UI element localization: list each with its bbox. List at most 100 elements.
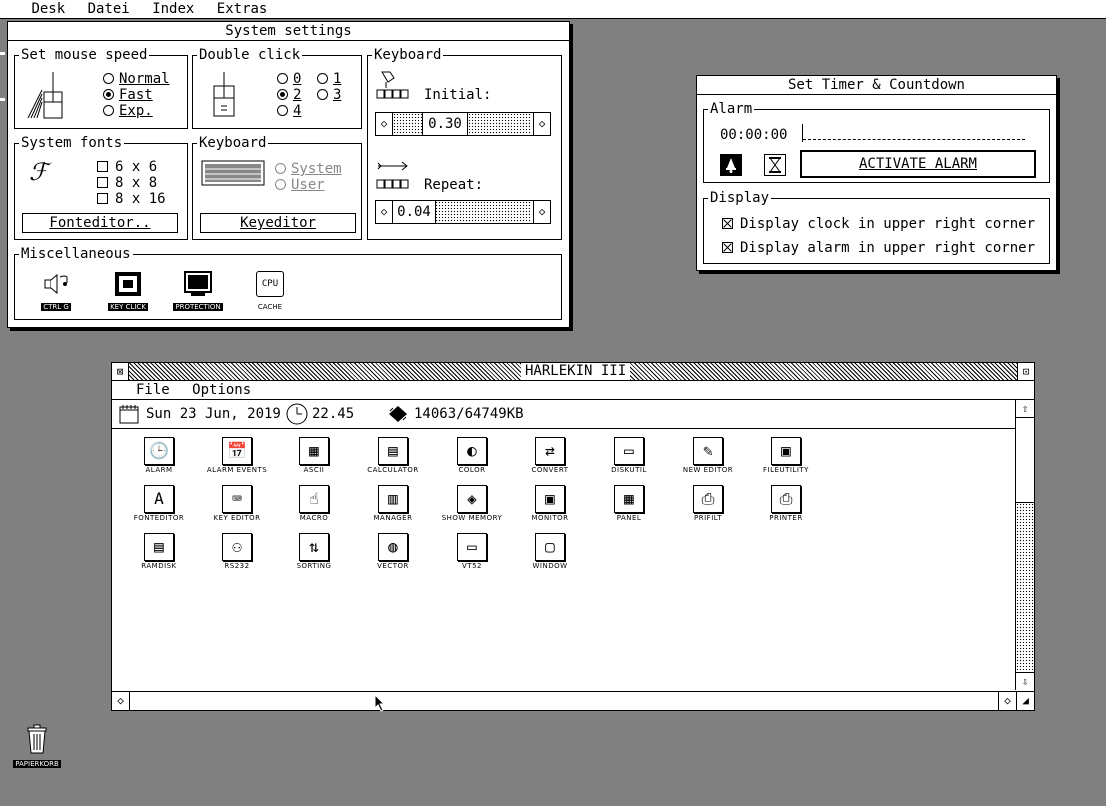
- app-ramdisk[interactable]: ▤ RAMDISK: [116, 533, 202, 570]
- scroll-thumb[interactable]: [1016, 418, 1034, 503]
- key-press-icon: [376, 71, 409, 99]
- desktop-marker: [0, 98, 5, 101]
- menu-desk[interactable]: Desk: [24, 0, 72, 18]
- window-title-bar[interactable]: System settings: [8, 22, 569, 41]
- keyboard-edit-icon: ⌨: [222, 485, 252, 513]
- menu-bar: Desk Datei Index Extras: [0, 0, 1106, 19]
- arrow-left-icon[interactable]: ◇: [376, 201, 393, 223]
- app-panel[interactable]: ▦ PANEL: [586, 485, 672, 522]
- app-manager[interactable]: ▥ MANAGER: [350, 485, 436, 522]
- app-label: KEY EDITOR: [213, 514, 261, 522]
- speaker-icon: [44, 273, 68, 295]
- checkbox-icon: [97, 177, 108, 188]
- slider-thumb[interactable]: 0.30: [422, 113, 468, 135]
- horizontal-scrollbar[interactable]: ◇ ◇ ◢: [112, 691, 1034, 710]
- resize-box-icon[interactable]: ◢: [1016, 692, 1034, 710]
- window-title-bar[interactable]: ⊠ HARLEKIN III ⊡: [112, 363, 1034, 381]
- cpu-icon: CPU: [256, 271, 284, 297]
- initial-delay-slider[interactable]: ◇ 0.30 ◇: [375, 112, 551, 136]
- arrow-right-icon[interactable]: ◇: [533, 113, 550, 135]
- keyboard-system-radio[interactable]: System: [275, 162, 342, 176]
- display-alarm-checkbox[interactable]: Display alarm in upper right corner: [722, 241, 1035, 255]
- keyeditor-button[interactable]: Keyeditor: [200, 213, 356, 233]
- font-8x16-checkbox[interactable]: 8 x 16: [97, 192, 166, 206]
- window-title: HARLEKIN III: [521, 363, 631, 380]
- menu-file[interactable]: File: [112, 381, 177, 399]
- slider-thumb[interactable]: 0.04: [393, 201, 436, 223]
- fonteditor-button[interactable]: Fonteditor..: [22, 213, 178, 233]
- close-box-icon[interactable]: ⊠: [112, 363, 129, 380]
- vertical-scrollbar[interactable]: ⇧ ⇩: [1015, 400, 1034, 690]
- app-color[interactable]: ◐ COLOR: [429, 437, 515, 474]
- app-rs232[interactable]: ⚇ RS232: [194, 533, 280, 570]
- ram-disk-icon: ▤: [144, 533, 174, 561]
- app-window[interactable]: ▢ WINDOW: [507, 533, 593, 570]
- app-sorting[interactable]: ⇅ SORTING: [271, 533, 357, 570]
- vector-globe-icon: ◍: [378, 533, 408, 561]
- app-monitor[interactable]: ▣ MONITOR: [507, 485, 593, 522]
- display-clock-checkbox[interactable]: Display clock in upper right corner: [722, 217, 1035, 231]
- scroll-down-icon[interactable]: ⇩: [1016, 672, 1034, 690]
- menu-index[interactable]: Index: [145, 0, 201, 18]
- app-vector[interactable]: ◍ VECTOR: [350, 533, 436, 570]
- key-click-toggle[interactable]: KEY CLICK: [97, 271, 159, 313]
- cache-toggle[interactable]: CPU CACHE: [239, 271, 301, 313]
- app-icon-grid: 🕒 ALARM 📅 ALARM EVENTS ▦ ASCII ▤ CALCULATOR ◐ COL…: [112, 429, 1015, 689]
- app-label: RAMDISK: [141, 562, 177, 570]
- repeat-rate-slider[interactable]: ◇ 0.04 ◇: [375, 200, 551, 224]
- app-convert[interactable]: ⇄ CONVERT: [507, 437, 593, 474]
- group-title: Set mouse speed: [19, 46, 150, 64]
- font-8x8-checkbox[interactable]: 8 x 8: [97, 176, 157, 190]
- app-fileutility[interactable]: ▣ FILEUTILITY: [743, 437, 829, 474]
- trash-desktop-icon[interactable]: PAPIERKORB: [2, 724, 72, 770]
- activate-alarm-button[interactable]: ACTIVATE ALARM: [800, 150, 1036, 178]
- arrow-left-icon[interactable]: ◇: [376, 113, 393, 135]
- menu-options[interactable]: Options: [185, 381, 258, 399]
- app-diskutil[interactable]: ▭ DISKUTIL: [586, 437, 672, 474]
- radio-selected-icon: [103, 89, 114, 100]
- app-show-memory[interactable]: ◈ SHOW MEMORY: [429, 485, 515, 522]
- window-title-bar[interactable]: Set Timer & Countdown: [697, 76, 1056, 95]
- app-alarm-events[interactable]: 📅 ALARM EVENTS: [194, 437, 280, 474]
- key-click-icon: [115, 272, 141, 296]
- menu-datei[interactable]: Datei: [81, 0, 137, 18]
- scroll-up-icon[interactable]: ⇧: [1016, 400, 1034, 418]
- protection-toggle[interactable]: PROTECTION: [167, 271, 229, 313]
- font-6x6-checkbox[interactable]: 6 x 6: [97, 160, 157, 174]
- app-alarm[interactable]: 🕒 ALARM: [116, 437, 202, 474]
- double-click-1[interactable]: 1: [317, 72, 341, 86]
- full-box-icon[interactable]: ⊡: [1017, 363, 1034, 380]
- app-prifilt[interactable]: ⎙ PRIFILT: [665, 485, 751, 522]
- double-click-4[interactable]: 4: [277, 104, 301, 118]
- app-printer[interactable]: ⎙ PRINTER: [743, 485, 829, 522]
- app-vt52[interactable]: ▭ VT52: [429, 533, 515, 570]
- group-title: Double click: [197, 46, 303, 64]
- alarm-bell-button[interactable]: [720, 154, 742, 176]
- app-fonteditor[interactable]: A FONTEDITOR: [116, 485, 202, 522]
- ctrl-g-toggle[interactable]: CTRL G: [25, 271, 87, 313]
- app-calculator[interactable]: ▤ CALCULATOR: [350, 437, 436, 474]
- printer-filter-icon: ⎙: [693, 485, 723, 513]
- scroll-track[interactable]: [1016, 503, 1034, 671]
- trash-can-icon: [27, 724, 47, 754]
- scroll-left-icon[interactable]: ◇: [112, 692, 130, 710]
- app-new-editor[interactable]: ✎ NEW EDITOR: [665, 437, 751, 474]
- countdown-button[interactable]: [764, 154, 786, 176]
- app-key-editor[interactable]: ⌨ KEY EDITOR: [194, 485, 280, 522]
- radio-selected-icon: [277, 89, 288, 100]
- app-ascii[interactable]: ▦ ASCII: [271, 437, 357, 474]
- double-click-0[interactable]: 0: [277, 72, 301, 86]
- app-label: NEW EDITOR: [682, 466, 734, 474]
- arrow-right-icon[interactable]: ◇: [533, 201, 550, 223]
- mouse-speed-fast[interactable]: Fast: [103, 88, 153, 102]
- menu-extras[interactable]: Extras: [210, 0, 275, 18]
- mouse-speed-normal[interactable]: Normal: [103, 72, 170, 86]
- mouse-speed-exp[interactable]: Exp.: [103, 104, 153, 118]
- alarm-text-input[interactable]: [802, 124, 1027, 142]
- app-label: FILEUTILITY: [763, 466, 809, 474]
- double-click-3[interactable]: 3: [317, 88, 341, 102]
- scroll-right-icon[interactable]: ◇: [998, 692, 1016, 710]
- double-click-2[interactable]: 2: [277, 88, 301, 102]
- keyboard-user-radio[interactable]: User: [275, 178, 325, 192]
- app-macro[interactable]: ☝ MACRO: [271, 485, 357, 522]
